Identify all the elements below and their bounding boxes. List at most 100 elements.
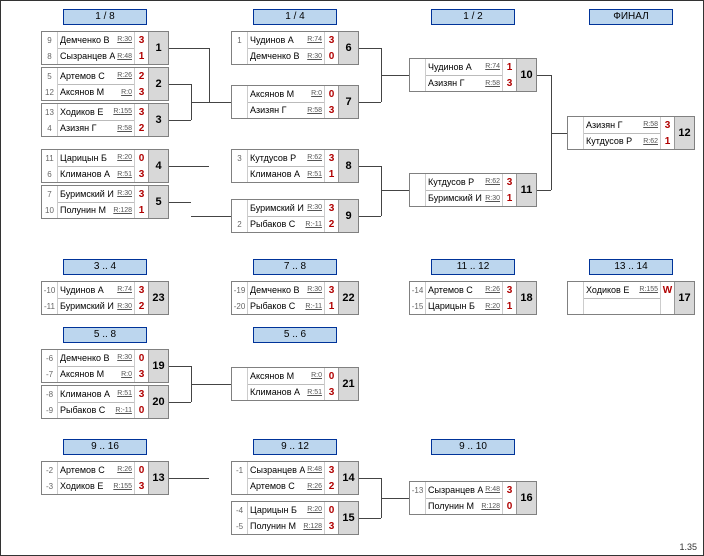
score: 3 xyxy=(135,104,148,120)
seed xyxy=(410,75,425,91)
score: 3 xyxy=(503,482,516,498)
match-box: Аксянов МR:0Азизян ГR:58037 xyxy=(231,85,359,119)
player-row: Ходиков ЕR:155 xyxy=(58,479,134,495)
score-col: 31 xyxy=(502,282,516,314)
player-row: Сызранцев АR:48 xyxy=(58,49,134,65)
match-id: 3 xyxy=(148,104,168,136)
rating: R:30 xyxy=(117,354,132,361)
player-row: Азизян ГR:58 xyxy=(426,76,502,92)
stage-header: 5 .. 6 xyxy=(253,327,337,343)
seed: 1 xyxy=(232,32,247,48)
player-name: Сызранцев А xyxy=(428,485,483,495)
rating: R:0 xyxy=(121,371,132,378)
seed-col: 116 xyxy=(42,150,58,182)
player-row: Демченко ВR:30 xyxy=(58,350,134,367)
score-col: 30 xyxy=(134,386,148,418)
score: 3 xyxy=(325,200,338,216)
score: 3 xyxy=(325,518,338,534)
player-name: Демченко В xyxy=(250,285,300,295)
connector xyxy=(537,75,551,76)
player-name: Буримский И xyxy=(60,301,114,311)
player-row: Азизян Г R:58 xyxy=(248,103,324,119)
seed: -7 xyxy=(42,366,57,382)
seed xyxy=(568,133,583,149)
score: 3 xyxy=(135,166,148,182)
match-id: 1 xyxy=(148,32,168,64)
match-box: 116Царицын БR:20Климанов АR:51034 xyxy=(41,149,169,183)
match-box: 3Кутдусов РR:62Климанов АR:51318 xyxy=(231,149,359,183)
seed: 10 xyxy=(42,202,57,218)
match-box: -19-20Демченко ВR:30Рыбаков СR:-113122 xyxy=(231,281,359,315)
rating: R:58 xyxy=(307,107,322,114)
player-row: Сызранцев АR:48 xyxy=(248,462,324,479)
rating: R:26 xyxy=(117,72,132,79)
player-name: Артемов С xyxy=(250,481,295,491)
player-row xyxy=(584,299,660,315)
player-row: Полунин МR:128 xyxy=(58,203,134,219)
score: W xyxy=(661,282,674,298)
score: 2 xyxy=(135,68,148,84)
players: Сызранцев АR:48Полунин МR:128 xyxy=(426,482,502,514)
rating: R:51 xyxy=(307,171,322,178)
stage-header: 7 .. 8 xyxy=(253,259,337,275)
seed-col xyxy=(410,174,426,206)
score: 3 xyxy=(325,282,338,298)
rating: R:-11 xyxy=(305,303,322,310)
player-row: Артемов СR:26 xyxy=(58,68,134,85)
match-box: -6-7Демченко ВR:30Аксянов МR:00319 xyxy=(41,349,169,383)
player-row: Артемов СR:26 xyxy=(248,479,324,495)
player-name: Азизян Г xyxy=(428,78,465,88)
player-row: Аксянов М R:0 xyxy=(248,368,324,385)
match-id: 14 xyxy=(338,462,358,494)
rating: R:30 xyxy=(307,286,322,293)
score-col: W xyxy=(660,282,674,314)
seed: 12 xyxy=(42,84,57,100)
seed xyxy=(410,498,425,514)
seed: -19 xyxy=(232,282,247,298)
seed: -2 xyxy=(42,462,57,478)
score-col: 31 xyxy=(324,150,338,182)
rating: R:0 xyxy=(311,372,322,379)
match-box: 134Ходиков ЕR:155Азизян ГR:58323 xyxy=(41,103,169,137)
player-name: Царицын Б xyxy=(250,505,297,515)
seed: -6 xyxy=(42,350,57,366)
match-id: 10 xyxy=(516,59,536,91)
seed: 13 xyxy=(42,104,57,120)
players: Царицын БR:20Климанов АR:51 xyxy=(58,150,134,182)
seed: 9 xyxy=(42,32,57,48)
players: Климанов АR:51Рыбаков СR:-11 xyxy=(58,386,134,418)
stage-header: ФИНАЛ xyxy=(589,9,673,25)
player-row: Сызранцев АR:48 xyxy=(426,482,502,499)
seed: 4 xyxy=(42,120,57,136)
score-col: 32 xyxy=(324,200,338,232)
rating: R:30 xyxy=(307,204,322,211)
seed xyxy=(568,117,583,133)
match-box: Азизян ГR:58Кутдусов РR:623112 xyxy=(567,116,695,150)
score-col: 03 xyxy=(324,502,338,534)
seed xyxy=(232,166,247,182)
player-row: Полунин МR:128 xyxy=(248,519,324,535)
stage-header: 5 .. 8 xyxy=(63,327,147,343)
players: Кутдусов РR:62Буримский ИR:30 xyxy=(426,174,502,206)
connector xyxy=(169,478,209,479)
rating: R:30 xyxy=(307,53,322,60)
rating: R:128 xyxy=(303,523,322,530)
players: Артемов СR:26Аксянов МR:0 xyxy=(58,68,134,100)
rating: R:0 xyxy=(311,90,322,97)
match-id: 7 xyxy=(338,86,358,118)
seed-col: -14-15 xyxy=(410,282,426,314)
player-name: Азизян Г xyxy=(250,105,287,115)
rating: R:155 xyxy=(113,483,132,490)
score: 0 xyxy=(135,350,148,366)
match-id: 12 xyxy=(674,117,694,149)
score: 1 xyxy=(325,166,338,182)
score-col: 31 xyxy=(324,282,338,314)
score: 0 xyxy=(325,86,338,102)
match-id: 22 xyxy=(338,282,358,314)
seed-col: 1 xyxy=(232,32,248,64)
player-row: Чудинов АR:74 xyxy=(58,282,134,299)
score: 2 xyxy=(135,120,148,136)
player-name: Кутдусов Р xyxy=(250,153,296,163)
score: 3 xyxy=(135,386,148,402)
player-name: Аксянов М xyxy=(250,371,294,381)
